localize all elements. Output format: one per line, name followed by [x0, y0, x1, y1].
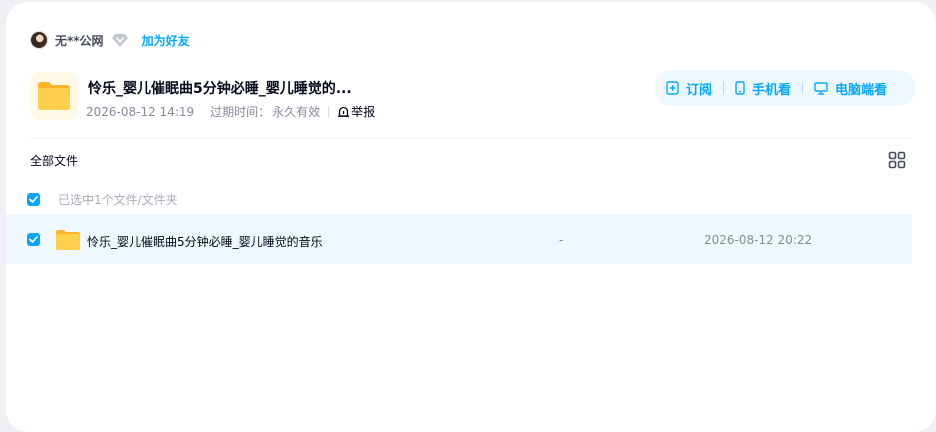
folder-icon	[56, 230, 80, 250]
header-divider	[30, 138, 912, 139]
share-title: 怜乐_婴儿催眠曲5分钟必睡_婴儿睡觉的...	[88, 81, 352, 97]
file-date: 2026-08-12 20:22	[704, 233, 813, 247]
share-created-time: 2026-08-12 14:19	[86, 104, 195, 119]
vip-diamond-icon	[111, 34, 128, 47]
expire-label: 过期时间：	[210, 105, 271, 119]
selection-count: 已选中1个文件/文件夹	[58, 193, 178, 207]
meta-divider	[328, 105, 330, 118]
report-icon	[338, 106, 350, 117]
breadcrumb[interactable]: 全部文件	[30, 152, 78, 169]
expire-value: 永久有效	[272, 105, 321, 119]
file-checkbox[interactable]	[27, 233, 40, 246]
share-folder-icon	[30, 72, 78, 120]
phone-view-label: 手机看	[752, 82, 792, 98]
pc-view-button[interactable]: 电脑端看	[814, 79, 887, 98]
select-all-row: 已选中1个文件/文件夹	[27, 191, 178, 208]
select-all-checkbox[interactable]	[27, 193, 40, 206]
action-divider	[802, 82, 804, 94]
checkmark-icon	[29, 236, 38, 243]
subscribe-label: 订阅	[686, 82, 713, 98]
monitor-icon	[814, 81, 828, 95]
avatar[interactable]	[30, 31, 48, 49]
checkmark-icon	[29, 196, 38, 203]
view-actions: 订阅 手机看 电脑端看	[654, 70, 916, 106]
report-button[interactable]: 举报	[337, 103, 375, 120]
phone-icon	[735, 81, 745, 95]
pc-view-label: 电脑端看	[835, 82, 888, 98]
share-card: 无**公网 加为好友 怜乐_婴儿催眠曲5分钟必睡_婴儿睡觉的... 2026-0…	[6, 2, 936, 432]
file-name[interactable]: 怜乐_婴儿催眠曲5分钟必睡_婴儿睡觉的音乐	[87, 233, 323, 250]
file-size: -	[559, 233, 564, 247]
share-meta: 2026-08-12 14:19 过期时间： 永久有效 举报	[86, 103, 375, 120]
subscribe-button[interactable]: 订阅	[666, 79, 712, 98]
add-friend-link[interactable]: 加为好友	[142, 32, 190, 49]
action-divider	[723, 82, 725, 94]
username[interactable]: 无**公网	[55, 32, 104, 49]
report-label: 举报	[351, 105, 376, 119]
file-row[interactable]: 怜乐_婴儿催眠曲5分钟必睡_婴儿睡觉的音乐 - 2026-08-12 20:22	[6, 214, 912, 264]
user-row: 无**公网 加为好友	[30, 30, 190, 50]
grid-view-icon[interactable]	[888, 151, 906, 169]
subscribe-icon	[666, 81, 679, 95]
phone-view-button[interactable]: 手机看	[735, 79, 791, 98]
